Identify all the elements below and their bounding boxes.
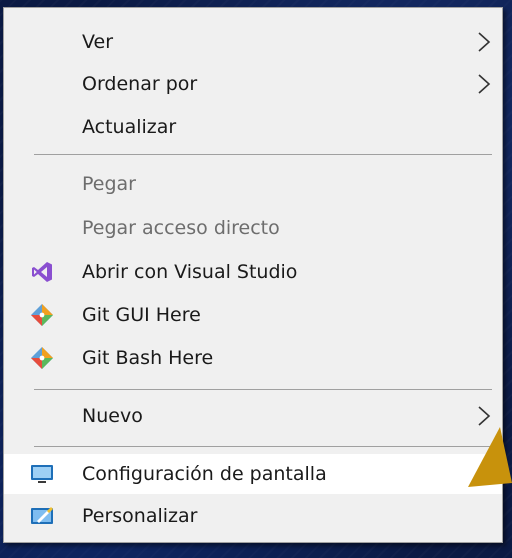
menu-separator [34,446,492,447]
display-settings-icon [31,465,53,483]
menu-item-label: Actualizar [82,116,177,138]
menu-item-git-bash-here[interactable]: Git Bash Here [4,338,502,378]
menu-item-nuevo[interactable]: Nuevo [4,396,502,436]
menu-item-configuracion-de-pantalla[interactable]: Configuración de pantalla [4,454,502,494]
menu-item-label: Ver [82,31,114,53]
menu-item-ordenar-por[interactable]: Ordenar por [4,64,502,104]
menu-item-label: Personalizar [82,505,198,527]
menu-item-pegar: Pegar [4,164,502,204]
menu-item-label: Nuevo [82,405,143,427]
menu-item-label: Git Bash Here [82,347,214,369]
visual-studio-icon [32,262,52,282]
menu-item-actualizar[interactable]: Actualizar [4,107,502,147]
menu-item-label: Pegar [82,173,136,195]
menu-item-label: Configuración de pantalla [82,463,327,485]
chevron-right-icon [478,32,491,52]
menu-item-label: Ordenar por [82,73,198,95]
personalize-icon [31,507,53,524]
git-icon [31,347,53,369]
menu-item-pegar-acceso-directo: Pegar acceso directo [4,208,502,248]
menu-item-ver[interactable]: Ver [4,22,502,62]
menu-item-git-gui-here[interactable]: Git GUI Here [4,295,502,335]
menu-item-label: Git GUI Here [82,304,201,326]
menu-item-personalizar[interactable]: Personalizar [4,496,502,536]
menu-item-label: Abrir con Visual Studio [82,261,298,283]
desktop-context-menu: Ver Ordenar por Actualizar Pegar Pegar a… [3,7,503,543]
pointer-arrow-icon [468,427,512,487]
menu-item-label: Pegar acceso directo [82,217,280,239]
git-icon [31,304,53,326]
menu-separator [34,154,492,155]
chevron-right-icon [478,74,491,94]
menu-item-abrir-con-visual-studio[interactable]: Abrir con Visual Studio [4,252,502,292]
menu-separator [34,389,492,390]
